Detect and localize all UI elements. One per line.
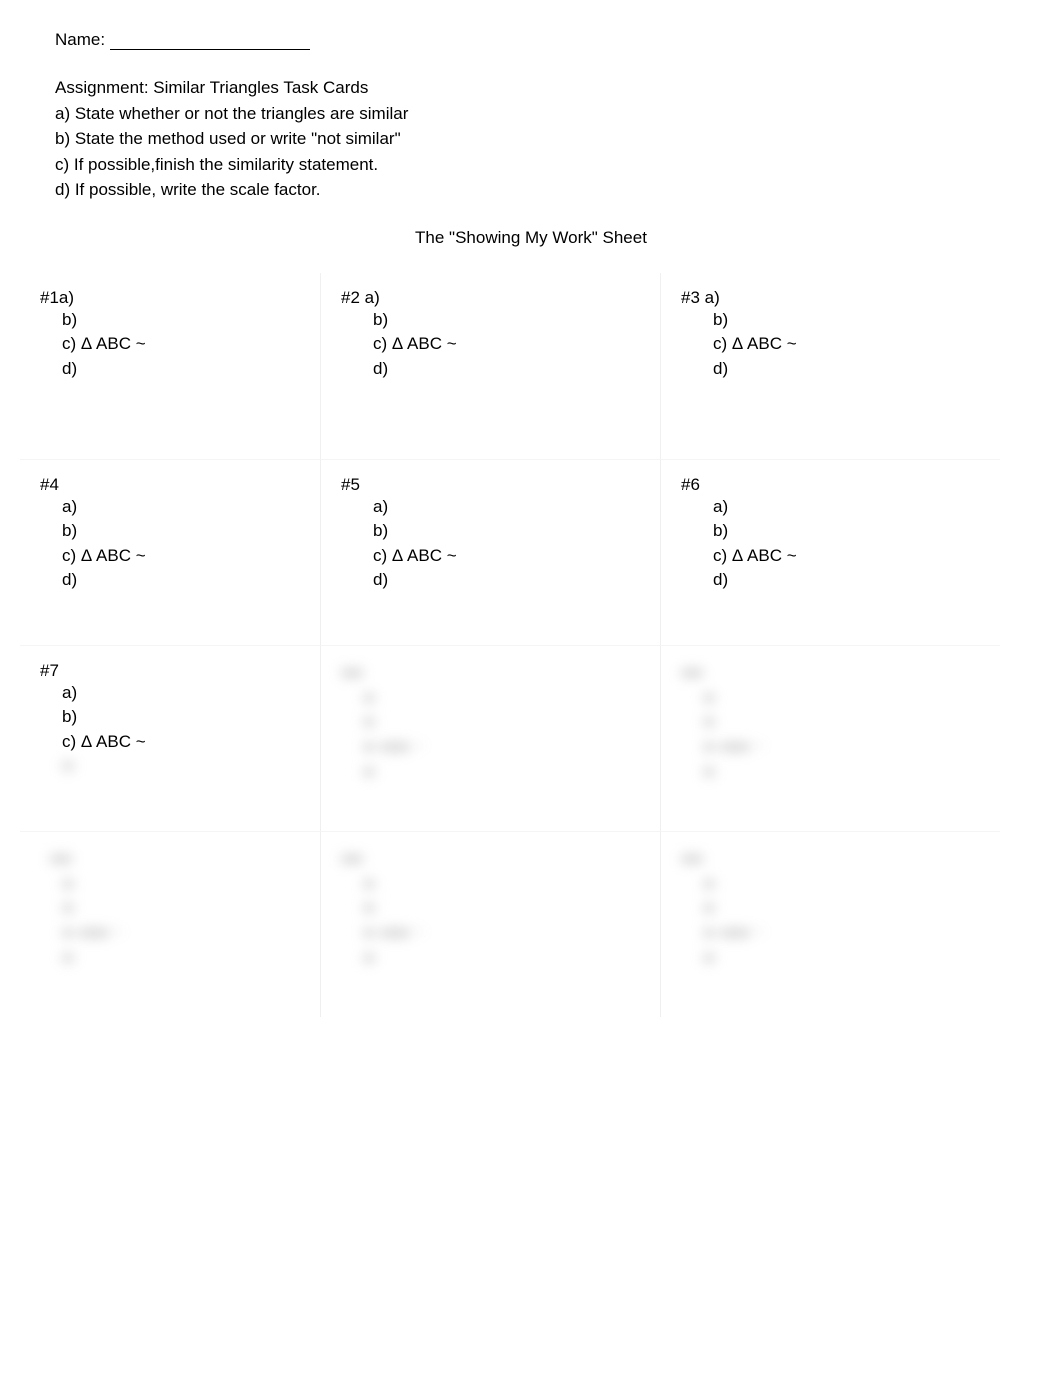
q1-b: b) [62, 308, 300, 333]
cell-11-blurred: ~ [320, 831, 660, 1017]
cell-4: #4 a) b) c) Δ ABC ~ d) [20, 459, 320, 645]
q7-d-blurred [62, 754, 300, 779]
cell-12-blurred: ~ [660, 831, 1000, 1017]
assignment-line-a: a) State whether or not the triangles ar… [55, 101, 1037, 127]
q6-d: d) [713, 568, 980, 593]
q2-b: b) [373, 308, 640, 333]
q6-a: a) [713, 495, 980, 520]
cell-6: #6 a) b) c) Δ ABC ~ d) [660, 459, 1000, 645]
q5-head: #5 [341, 475, 640, 495]
q7-a: a) [62, 681, 300, 706]
assignment-line-c: c) If possible,finish the similarity sta… [55, 152, 1037, 178]
blurred-content: ~ [681, 847, 980, 970]
assignment-line-d: d) If possible, write the scale factor. [55, 177, 1037, 203]
q4-c: c) Δ ABC ~ [62, 544, 300, 569]
q7-c: c) Δ ABC ~ [62, 730, 300, 755]
cell-8-blurred: ~ [320, 645, 660, 831]
q4-b: b) [62, 519, 300, 544]
q3-b: b) [713, 308, 980, 333]
q3-head: #3 a) [681, 288, 720, 308]
q4-d: d) [62, 568, 300, 593]
q2-c: c) Δ ABC ~ [373, 332, 640, 357]
q4-head: #4 [40, 475, 300, 495]
cell-7: #7 a) b) c) Δ ABC ~ [20, 645, 320, 831]
cell-2: #2 a) b) c) Δ ABC ~ d) [320, 273, 660, 459]
q6-head: #6 [681, 475, 980, 495]
q1-c: c) Δ ABC ~ [62, 332, 300, 357]
q6-c: c) Δ ABC ~ [713, 544, 980, 569]
q1-head: #1a) [40, 288, 74, 308]
answer-grid: #1a) b) c) Δ ABC ~ d) #2 a) b) c) Δ ABC … [20, 273, 1037, 1017]
q5-d: d) [373, 568, 640, 593]
q5-b: b) [373, 519, 640, 544]
q7-head: #7 [40, 661, 300, 681]
q4-a: a) [62, 495, 300, 520]
blurred-content: ~ [341, 847, 640, 970]
cell-5: #5 a) b) c) Δ ABC ~ d) [320, 459, 660, 645]
q1-d: d) [62, 357, 300, 382]
q3-c: c) Δ ABC ~ [713, 332, 980, 357]
name-line: Name: [55, 30, 1037, 50]
blurred-content: ~ [681, 661, 980, 784]
name-underline[interactable] [110, 49, 310, 50]
q7-b: b) [62, 705, 300, 730]
q6-b: b) [713, 519, 980, 544]
worksheet-page: Name: Assignment: Similar Triangles Task… [0, 0, 1062, 1057]
cell-10-blurred: ~ [20, 831, 320, 1017]
sheet-title: The "Showing My Work" Sheet [25, 228, 1037, 248]
blurred-content: ~ [40, 847, 300, 970]
assignment-title: Assignment: Similar Triangles Task Cards [55, 75, 1037, 101]
name-label: Name: [55, 30, 105, 49]
q2-d: d) [373, 357, 640, 382]
blurred-content: ~ [341, 661, 640, 784]
q5-a: a) [373, 495, 640, 520]
cell-1: #1a) b) c) Δ ABC ~ d) [20, 273, 320, 459]
assignment-line-b: b) State the method used or write "not s… [55, 126, 1037, 152]
cell-9-blurred: ~ [660, 645, 1000, 831]
cell-3: #3 a) b) c) Δ ABC ~ d) [660, 273, 1000, 459]
assignment-block: Assignment: Similar Triangles Task Cards… [55, 75, 1037, 203]
q2-head: #2 a) [341, 288, 380, 308]
q5-c: c) Δ ABC ~ [373, 544, 640, 569]
q3-d: d) [713, 357, 980, 382]
